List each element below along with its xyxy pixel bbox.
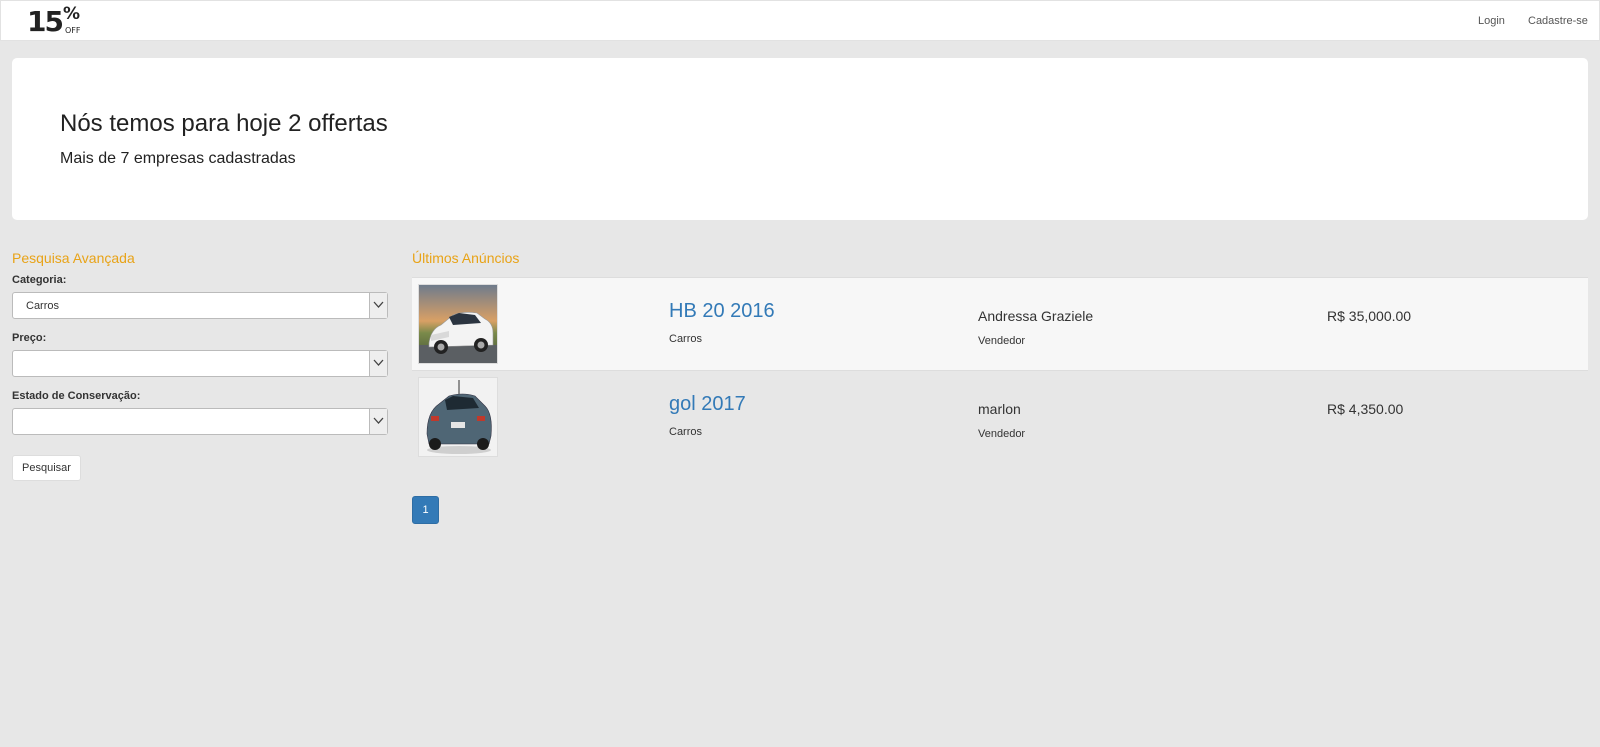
- hero-title: Nós temos para hoje 2 offertas: [60, 110, 388, 137]
- logo-number: 15: [27, 5, 64, 38]
- listing-photo[interactable]: [418, 284, 498, 364]
- login-link[interactable]: Login: [1478, 15, 1505, 27]
- listings-table: HB 20 2016 Carros Andressa Graziele Vend…: [412, 277, 1588, 463]
- category-label: Categoria:: [12, 274, 67, 286]
- logo-percent: %: [63, 4, 81, 24]
- chevron-down-icon: [373, 359, 384, 366]
- condition-select-arrow[interactable]: [369, 409, 387, 434]
- listing-price: R$ 4,350.00: [1327, 401, 1404, 417]
- category-select[interactable]: Carros: [12, 292, 388, 319]
- listing-seller: marlon: [978, 401, 1021, 417]
- page-1-button[interactable]: 1: [412, 496, 439, 524]
- category-select-arrow[interactable]: [369, 293, 387, 318]
- blue-hatchback-image: [419, 378, 497, 456]
- site-logo[interactable]: 15 % OFF: [27, 5, 87, 39]
- logo-off: OFF: [65, 26, 81, 35]
- navbar: 15 % OFF Login Cadastre-se: [0, 0, 1600, 41]
- listing-category: Carros: [669, 426, 703, 438]
- listing-seller: Andressa Graziele: [978, 308, 1094, 324]
- hero-subtitle: Mais de 7 empresas cadastradas: [60, 150, 296, 167]
- hero-banner: Nós temos para hoje 2 offertas Mais de 7…: [12, 58, 1588, 220]
- search-button[interactable]: Pesquisar: [12, 455, 81, 481]
- latest-listings-title: Últimos Anúncios: [412, 250, 520, 266]
- listing-title[interactable]: gol 2017: [669, 393, 746, 416]
- chevron-down-icon: [373, 301, 384, 308]
- condition-select[interactable]: [12, 408, 388, 435]
- advanced-search-title: Pesquisa Avançada: [12, 250, 135, 266]
- price-label: Preço:: [12, 332, 47, 344]
- advanced-search-panel: Pesquisa Avançada Categoria: Carros Preç…: [12, 250, 388, 481]
- signup-link[interactable]: Cadastre-se: [1528, 15, 1588, 27]
- listing-seller-role: Vendedor: [978, 335, 1026, 347]
- price-select[interactable]: [12, 350, 388, 377]
- latest-listings: Últimos Anúncios HB 20 2016 Carros Andre…: [412, 250, 1588, 524]
- list-item[interactable]: gol 2017 Carros marlon Vendedor R$ 4,350…: [412, 370, 1588, 463]
- price-select-arrow[interactable]: [369, 351, 387, 376]
- listing-photo[interactable]: [418, 377, 498, 457]
- listing-category: Carros: [669, 333, 703, 345]
- pagination: 1: [412, 496, 439, 524]
- listing-price: R$ 35,000.00: [1327, 308, 1412, 324]
- category-select-value: Carros: [26, 300, 60, 312]
- list-item[interactable]: HB 20 2016 Carros Andressa Graziele Vend…: [412, 277, 1588, 370]
- chevron-down-icon: [373, 417, 384, 424]
- condition-label: Estado de Conservação:: [12, 390, 141, 402]
- listing-title[interactable]: HB 20 2016: [669, 300, 775, 323]
- listing-seller-role: Vendedor: [978, 428, 1026, 440]
- white-hatchback-image: [419, 285, 497, 363]
